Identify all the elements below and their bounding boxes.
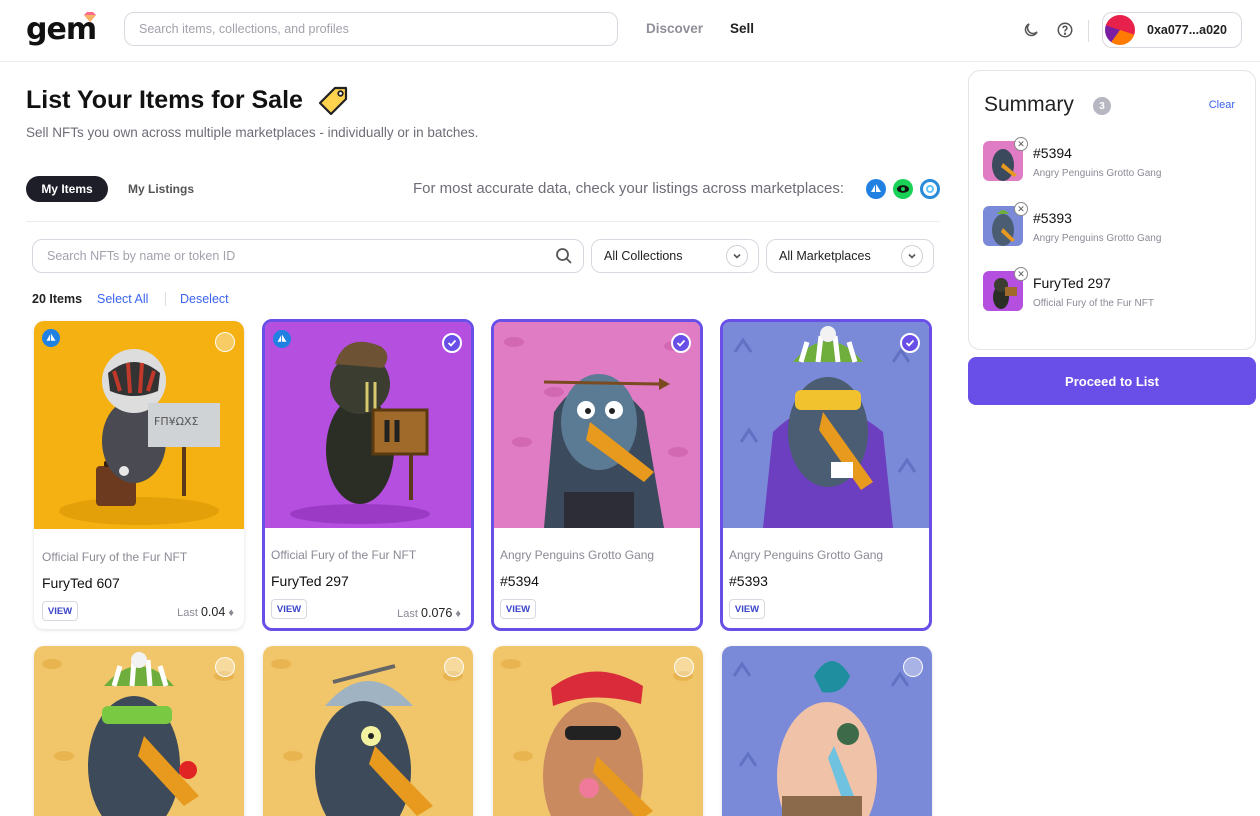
nft-image: FΠ¥ΩXΣ [34,321,244,529]
nft-card[interactable]: Official Fury of the Fur NFT FuryTed 297… [262,319,474,631]
search-icon[interactable] [554,246,574,266]
card-collection: Official Fury of the Fur NFT [271,548,417,562]
summary-item: ✕ #5393 Angry Penguins Grotto Gang [983,202,1243,250]
chevron-down-icon [726,245,748,267]
view-button[interactable]: VIEW [500,599,536,619]
select-checkbox[interactable] [674,657,694,677]
summary-item-collection: Angry Penguins Grotto Gang [1033,168,1162,179]
summary-panel: Summary 3 Clear ✕ #5394 Angry Penguins G… [968,70,1256,350]
looksrare-icon[interactable] [893,179,913,199]
select-all-link[interactable]: Select All [97,292,148,306]
view-button[interactable]: VIEW [42,601,78,621]
card-name: FuryTed 297 [271,573,349,589]
divider [165,292,166,306]
card-collection: Angry Penguins Grotto Gang [729,548,884,562]
view-button[interactable]: VIEW [729,599,765,619]
select-checkbox[interactable] [442,333,462,353]
top-nav: gem Discover Sell 0xa077...a020 [0,0,1260,62]
marketplaces-value: All Marketplaces [779,249,871,263]
summary-item: ✕ FuryTed 297 Official Fury of the Fur N… [983,267,1243,315]
card-name: FuryTed 607 [42,575,120,591]
check-icon [676,339,686,347]
summary-item-name: #5393 [1033,210,1072,226]
summary-item-collection: Angry Penguins Grotto Gang [1033,233,1162,244]
help-icon[interactable] [1054,19,1076,41]
clear-button[interactable]: Clear [1209,99,1235,111]
nft-image [263,646,473,816]
card-name: #5393 [729,573,768,589]
marketplace-note: For most accurate data, check your listi… [413,180,845,197]
select-checkbox[interactable] [215,657,235,677]
deselect-link[interactable]: Deselect [180,292,229,306]
summary-count-badge: 3 [1093,97,1111,115]
close-icon[interactable]: ✕ [1014,202,1028,216]
chevron-down-icon [901,245,923,267]
nft-card[interactable]: Angry Penguins Grotto Gang #5394 VIEW [491,319,703,631]
summary-item-name: FuryTed 297 [1033,275,1111,291]
svg-text:FΠ¥ΩXΣ: FΠ¥ΩXΣ [154,415,199,428]
tab-my-items[interactable]: My Items [26,176,108,202]
collections-dropdown[interactable]: All Collections [591,239,759,273]
page-subtitle: Sell NFTs you own across multiple market… [26,125,479,140]
card-collection: Angry Penguins Grotto Gang [500,548,655,562]
tab-my-listings[interactable]: My Listings [128,182,194,196]
card-collection: Official Fury of the Fur NFT [42,550,188,564]
card-name: #5394 [500,573,539,589]
opensea-icon [273,330,291,348]
select-checkbox[interactable] [900,333,920,353]
avatar [1105,15,1135,45]
nav-sell[interactable]: Sell [730,21,754,36]
nft-image [723,322,929,528]
close-icon[interactable]: ✕ [1014,137,1028,151]
nft-card[interactable]: FΠ¥ΩXΣ Official Fury of the Fur NFT Fury… [34,321,244,629]
global-search-input[interactable] [124,12,618,46]
tag-icon [318,86,348,116]
nft-card[interactable] [263,646,473,816]
select-checkbox[interactable] [903,657,923,677]
nft-image [493,646,703,816]
select-checkbox[interactable] [444,657,464,677]
check-icon [905,339,915,347]
proceed-to-list-button[interactable]: Proceed to List [968,357,1256,405]
nft-card[interactable] [34,646,244,816]
check-icon [447,339,457,347]
x2y2-icon[interactable] [920,179,940,199]
nft-card[interactable] [722,646,932,816]
eth-icon: ♦ [455,608,461,620]
nft-card[interactable]: Angry Penguins Grotto Gang #5393 VIEW [720,319,932,631]
opensea-icon [42,329,60,347]
nft-image [494,322,700,528]
divider [26,221,940,222]
nav-discover[interactable]: Discover [646,21,703,36]
wallet-address: 0xa077...a020 [1147,23,1227,37]
view-button[interactable]: VIEW [271,599,307,619]
moon-icon[interactable] [1020,19,1042,41]
nft-image [722,646,932,816]
last-price: Last 0.04 ♦ [177,605,234,619]
collections-value: All Collections [604,249,683,263]
nav-divider [1088,20,1089,42]
item-count: 20 Items [32,292,83,306]
select-checkbox[interactable] [671,333,691,353]
marketplaces-dropdown[interactable]: All Marketplaces [766,239,934,273]
eth-icon: ♦ [228,607,234,619]
nft-card[interactable] [493,646,703,816]
nft-image [34,646,244,816]
opensea-icon[interactable] [866,179,886,199]
summary-title: Summary [984,93,1074,116]
summary-item: ✕ #5394 Angry Penguins Grotto Gang [983,137,1243,185]
close-icon[interactable]: ✕ [1014,267,1028,281]
summary-item-name: #5394 [1033,145,1072,161]
nft-image [265,322,471,528]
last-price: Last 0.076 ♦ [397,606,461,620]
select-checkbox[interactable] [215,332,235,352]
wallet-button[interactable]: 0xa077...a020 [1102,12,1242,48]
summary-item-collection: Official Fury of the Fur NFT [1033,298,1154,309]
nft-search-input[interactable] [32,239,584,273]
gem-icon [84,12,96,22]
page-title: List Your Items for Sale [26,86,303,114]
